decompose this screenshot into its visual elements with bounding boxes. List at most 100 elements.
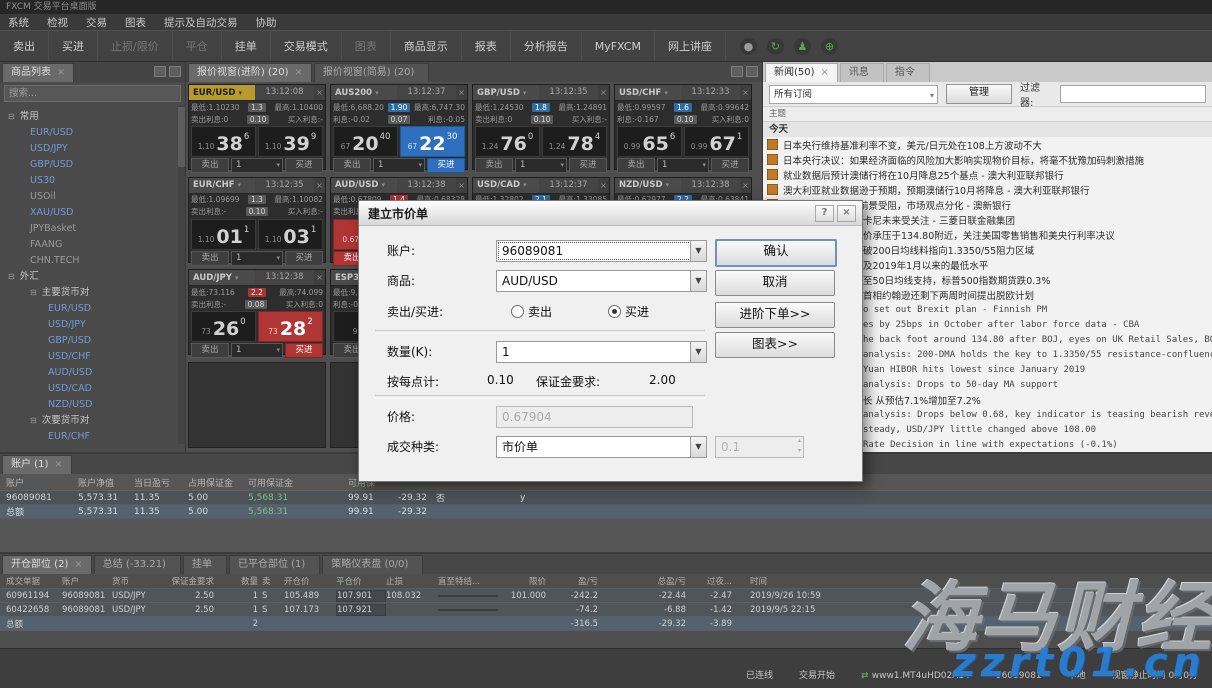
toolbar-button[interactable]: MyFXCM — [582, 31, 655, 61]
sell-button[interactable]: 卖出 — [191, 158, 229, 173]
chevron-down-icon[interactable]: ▼ — [690, 436, 707, 458]
column-header[interactable]: 平仓价 — [336, 575, 386, 587]
column-header[interactable]: 止损 — [386, 575, 438, 587]
quotes-tab[interactable]: 报价视窗(简易) (20) — [314, 63, 430, 82]
column-header[interactable]: 占用保证金 — [188, 476, 248, 489]
order-type-field[interactable]: 市价单 — [496, 436, 693, 458]
subscription-select[interactable]: 所有订阅 — [769, 85, 938, 104]
toolbar-icon[interactable]: ● — [740, 38, 757, 55]
toolbar-button[interactable]: 挂单 — [222, 31, 271, 61]
toolbar-icon[interactable]: ♟ — [794, 38, 811, 55]
news-tab[interactable]: 新闻(50) × — [765, 63, 838, 82]
positions-tab[interactable]: 总结 (-33.21) — [94, 555, 181, 574]
sell-button[interactable]: 卖出 — [333, 158, 371, 173]
toolbar-button[interactable]: 网上讲座 — [655, 31, 726, 61]
position-row[interactable]: 60961194 96089081 USD/JPY 2.50 1 S 105.4… — [0, 589, 1212, 603]
symbol-field[interactable]: AUD/USD — [496, 270, 693, 292]
position-row[interactable]: 60422658 96089081 USD/JPY 2.50 1 S 107.1… — [0, 603, 1212, 617]
tree-item[interactable]: EUR/USD — [0, 301, 185, 317]
tile-symbol[interactable]: AUD/USD ▾ — [331, 178, 397, 193]
quantity-field[interactable]: 1 — [496, 341, 693, 363]
close-icon[interactable]: × — [456, 178, 467, 193]
close-icon[interactable]: × — [598, 85, 609, 100]
restore-icon[interactable] — [746, 66, 758, 77]
tile-symbol[interactable]: EUR/CHF ▾ — [189, 178, 255, 193]
ask-price-button[interactable]: 1.10 03 1 — [258, 219, 323, 250]
close-icon[interactable]: × — [821, 64, 829, 82]
toolbar-icon[interactable]: ↻ — [767, 38, 784, 55]
column-header[interactable]: 当日盈亏 — [134, 476, 188, 489]
sell-radio[interactable] — [511, 305, 524, 318]
news-item[interactable]: 日本央行决议：如果经济面临的风险加大影响实现物价目标，将毫不犹豫加码刺激措施 — [763, 152, 1212, 167]
sell-button[interactable]: 卖出 — [475, 158, 513, 173]
toolbar-button[interactable]: 报表 — [462, 31, 511, 61]
menu-item[interactable]: 系统 — [0, 15, 37, 30]
accounts-tab[interactable]: 账户 (1) × — [2, 455, 72, 474]
tree-item[interactable]: FAANG — [0, 237, 185, 253]
close-icon[interactable]: × — [57, 64, 65, 82]
column-header[interactable]: 数量 — [218, 575, 262, 587]
news-item[interactable]: 澳大利亚就业数据逊于预期，预期澳储行10月将降息 - 澳大利亚联邦银行 — [763, 182, 1212, 197]
sell-button[interactable]: 卖出 — [191, 343, 229, 358]
bid-price-button[interactable]: 67 20 40 — [333, 126, 398, 157]
tree-item[interactable]: USOil — [0, 189, 185, 205]
advanced-order-button[interactable]: 进阶下单>> — [715, 302, 835, 328]
menu-item[interactable]: 交易 — [78, 15, 115, 30]
news-tab[interactable]: 指令 — [886, 63, 930, 82]
tile-symbol[interactable]: EUR/USD ▾ — [189, 85, 255, 100]
close-icon[interactable]: × — [314, 178, 325, 193]
column-header[interactable]: 可用保证金 — [248, 476, 348, 489]
ask-price-button[interactable]: 0.99 67 1 — [684, 126, 749, 157]
account-row[interactable]: 96089081 5,573.31 11.35 5.00 5,568.31 99… — [0, 491, 1212, 505]
chevron-down-icon[interactable]: ▼ — [690, 240, 707, 262]
menu-item[interactable]: 协助 — [248, 15, 285, 30]
toolbar-button[interactable]: 图表 — [342, 31, 391, 61]
tree-item[interactable]: EUR/CHF — [0, 429, 185, 444]
positions-tab[interactable]: 开仓部位 (2) × — [2, 555, 92, 574]
bid-price-button[interactable]: 0.99 65 6 — [617, 126, 682, 157]
menu-item[interactable]: 检视 — [39, 15, 76, 30]
toolbar-button[interactable]: 分析报告 — [511, 31, 582, 61]
news-column-header[interactable]: 主题 — [763, 107, 1212, 122]
column-header[interactable]: 盈/亏 — [550, 575, 602, 587]
tree-item[interactable]: GBP/USD — [0, 157, 185, 173]
toolbar-button[interactable]: 商品显示 — [391, 31, 462, 61]
tree-item[interactable]: EUR/USD — [0, 125, 185, 141]
minimize-icon[interactable] — [154, 66, 166, 77]
tile-symbol[interactable]: USD/CHF ▾ — [615, 85, 681, 100]
tile-symbol[interactable]: NZD/USD ▾ — [615, 178, 681, 193]
quantity-input[interactable]: 1 — [657, 158, 709, 173]
tab-instrument-list[interactable]: 商品列表 × — [2, 63, 74, 82]
tree-item[interactable]: 次要货币对 — [0, 413, 185, 429]
close-icon[interactable]: × — [740, 85, 751, 100]
close-icon[interactable]: × — [314, 270, 325, 285]
tree-item[interactable]: USD/CAD — [0, 381, 185, 397]
confirm-button[interactable]: 确认 — [715, 239, 837, 267]
column-header[interactable]: 账户 — [6, 476, 78, 489]
tile-symbol[interactable]: USD/CAD ▾ — [473, 178, 539, 193]
quotes-tab[interactable]: 报价视窗(进阶) (20) × — [188, 63, 312, 82]
bid-price-button[interactable]: 73 26 0 — [191, 311, 256, 342]
menu-item[interactable]: 图表 — [117, 15, 154, 30]
bid-price-button[interactable]: 1.10 38 6 — [191, 126, 256, 157]
buy-button[interactable]: 买进 — [285, 158, 323, 173]
cancel-button[interactable]: 取消 — [715, 270, 835, 296]
tree-item[interactable]: 外汇 — [0, 269, 185, 285]
buy-button[interactable]: 买进 — [711, 158, 749, 173]
close-icon[interactable]: × — [295, 64, 303, 82]
tree-item[interactable]: 常用 — [0, 109, 185, 125]
tree-item[interactable]: CHN.TECH — [0, 253, 185, 269]
menu-item[interactable]: 提示及自动交易 — [156, 15, 246, 30]
help-icon[interactable]: ? — [815, 205, 834, 222]
close-icon[interactable]: × — [314, 85, 325, 100]
column-header[interactable]: 成交单据 — [6, 575, 62, 587]
quantity-input[interactable]: 1 — [373, 158, 425, 173]
toolbar-icon[interactable]: ⊕ — [821, 38, 838, 55]
tree-item[interactable]: JPYBasket — [0, 221, 185, 237]
positions-tab[interactable]: 挂单 — [183, 555, 227, 574]
tree-item[interactable]: 主要货币对 — [0, 285, 185, 301]
tree-item[interactable]: USD/JPY — [0, 317, 185, 333]
toolbar-button[interactable]: 止损/限价 — [98, 31, 173, 61]
column-header[interactable]: 直至特结... — [438, 575, 498, 587]
chart-button[interactable]: 图表>> — [715, 332, 835, 358]
